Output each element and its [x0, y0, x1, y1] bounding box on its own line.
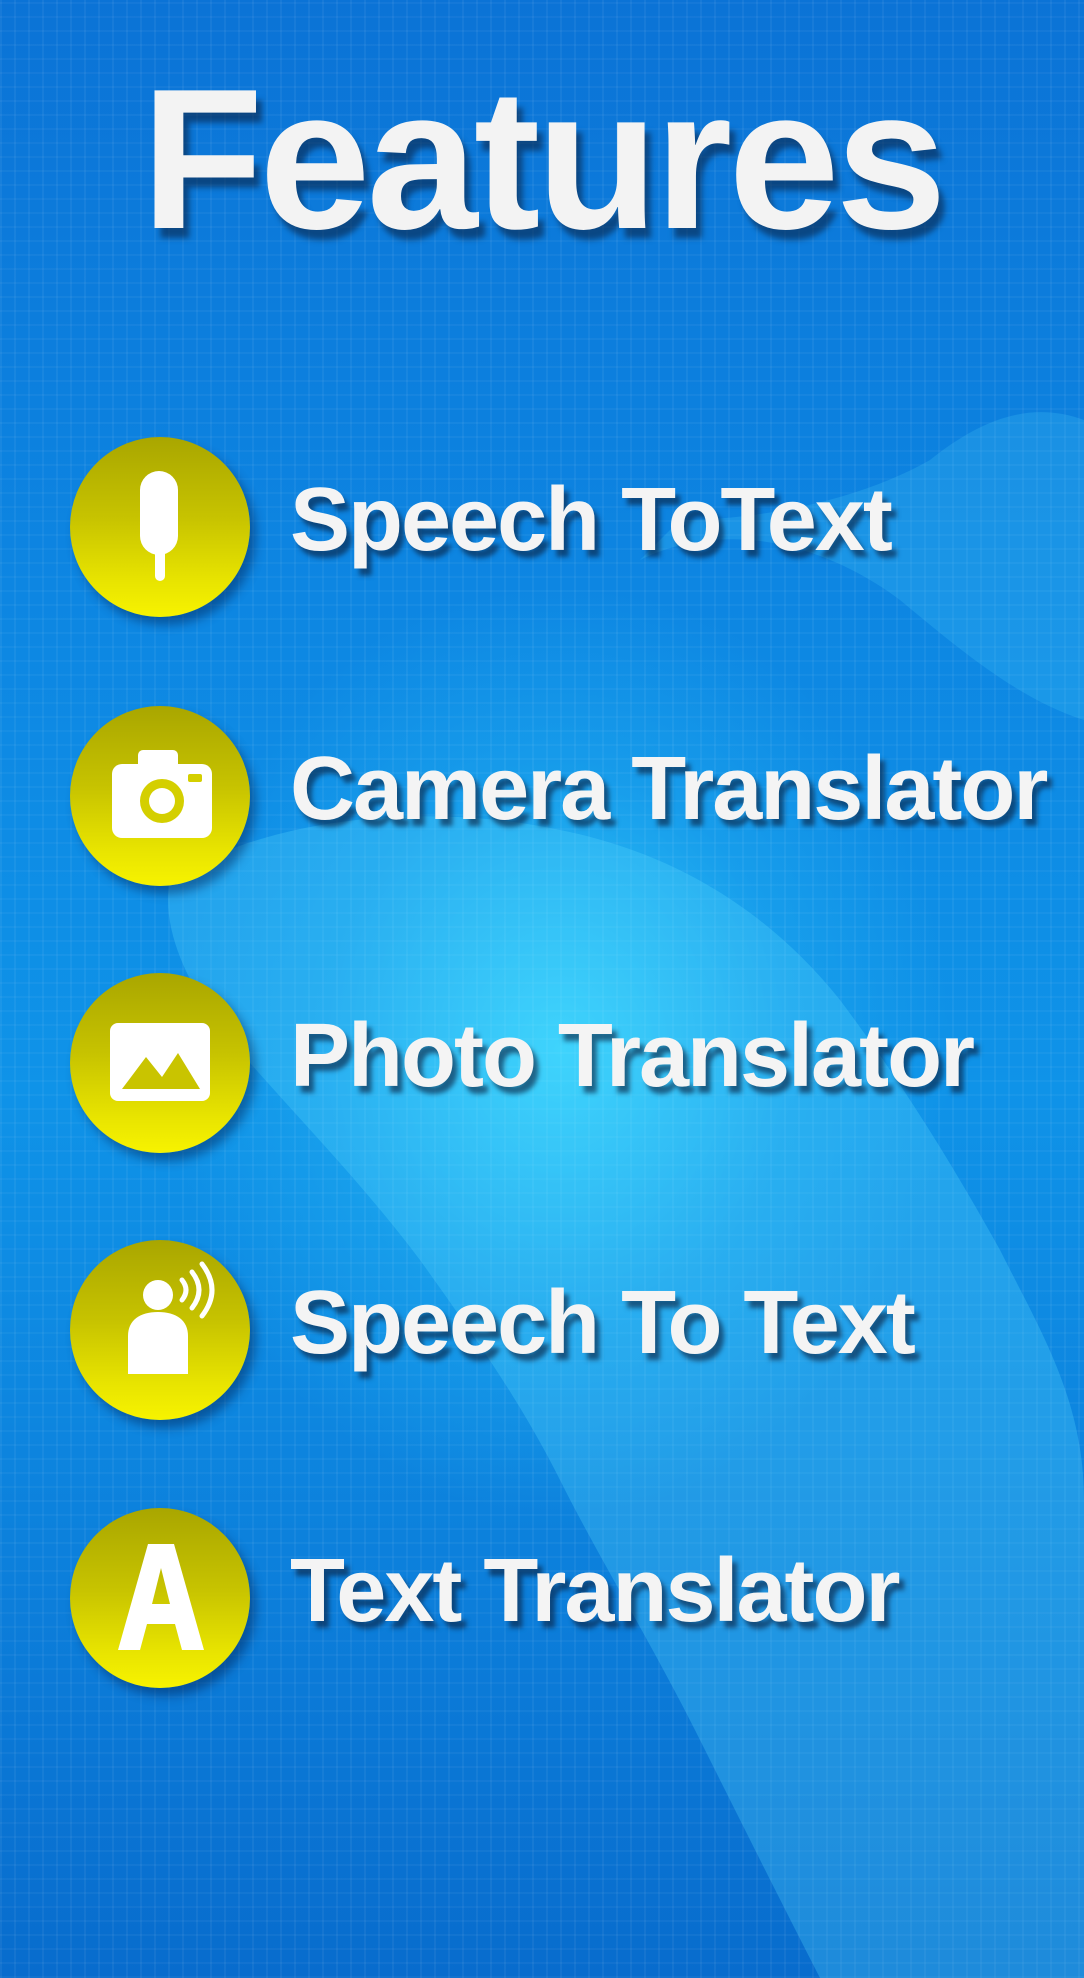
- feature-icon-circle: [70, 437, 250, 617]
- feature-icon-circle: [70, 706, 250, 886]
- letter-a-icon: [118, 1544, 204, 1650]
- speaking-person-icon: [128, 1261, 215, 1374]
- feature-photo-translator[interactable]: Photo Translator: [70, 973, 1060, 1153]
- microphone-icon: [140, 471, 178, 581]
- camera-icon: [112, 750, 212, 838]
- feature-label: Camera Translator: [290, 739, 1048, 839]
- image-icon: [110, 1023, 210, 1101]
- feature-label: Text Translator: [290, 1541, 901, 1641]
- feature-label: Photo Translator: [290, 1006, 975, 1106]
- feature-camera-translator[interactable]: Camera Translator: [70, 706, 1060, 886]
- page-title: Features: [141, 48, 947, 271]
- feature-icon-circle: [70, 973, 250, 1153]
- feature-text-translator[interactable]: Text Translator: [70, 1508, 1060, 1688]
- feature-icon-circle: [70, 1240, 250, 1420]
- feature-label: Speech ToText: [290, 470, 893, 570]
- feature-label: Speech To Text: [290, 1273, 916, 1373]
- feature-speech-to-text[interactable]: Speech ToText: [70, 437, 1060, 617]
- feature-speech-to-text-2[interactable]: Speech To Text: [70, 1240, 1060, 1420]
- feature-icon-circle: [70, 1508, 250, 1688]
